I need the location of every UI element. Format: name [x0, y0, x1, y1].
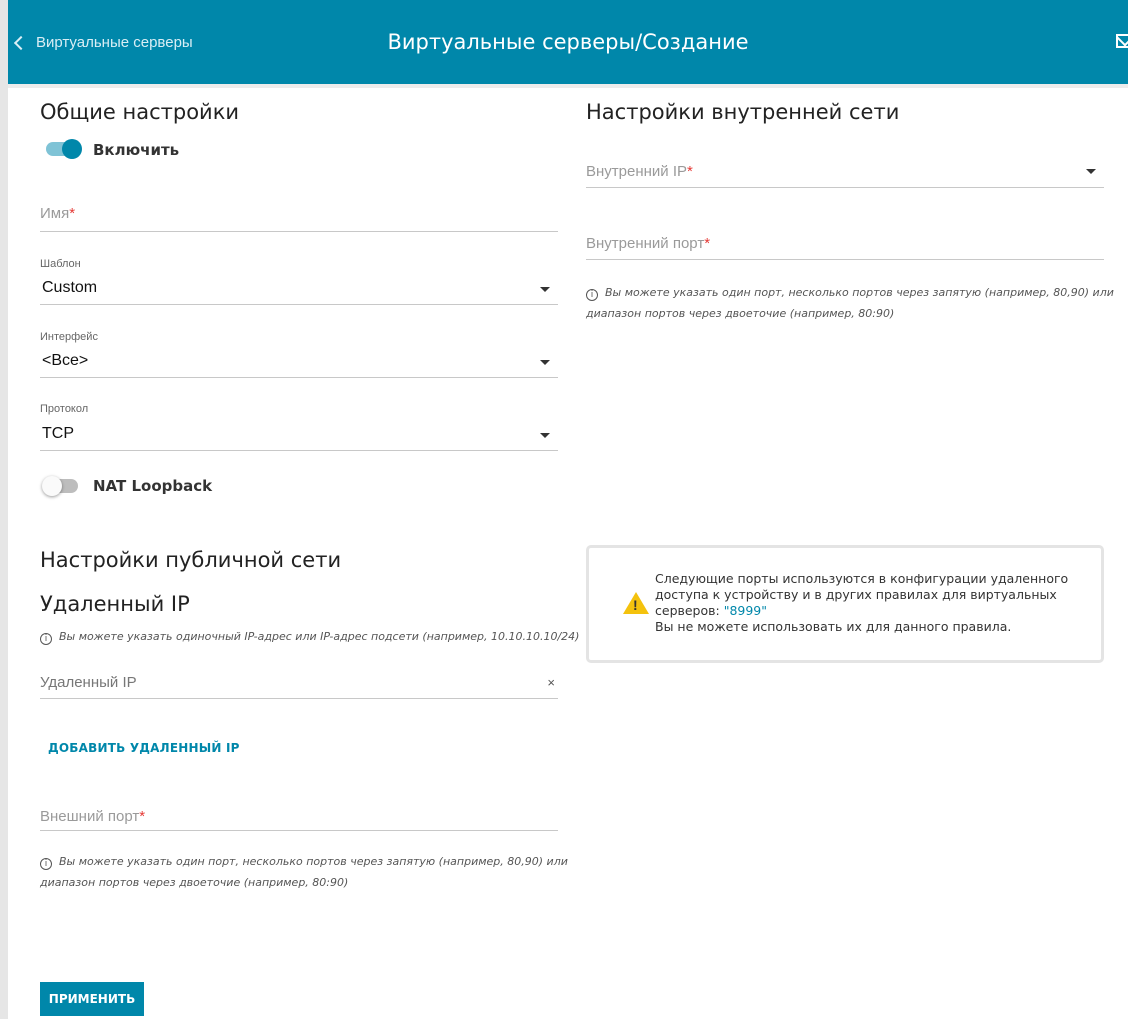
- enable-toggle[interactable]: [46, 139, 82, 159]
- enable-label: Включить: [93, 141, 180, 159]
- warning-icon: !: [623, 592, 649, 614]
- internal-ip-placeholder: Внутренний IP*: [586, 163, 693, 180]
- apply-button[interactable]: ПРИМЕНИТЬ: [40, 982, 144, 1016]
- template-select[interactable]: Custom: [40, 272, 558, 305]
- interface-label: Интерфейс: [40, 331, 98, 343]
- internal-port-hint: i Вы можете указать один порт, несколько …: [586, 286, 1114, 320]
- header-bar: Виртуальные серверы Виртуальные серверы/…: [8, 0, 1128, 88]
- protocol-label: Протокол: [40, 403, 89, 415]
- info-icon: i: [586, 289, 598, 301]
- internal-port-placeholder: Внутренний порт*: [586, 235, 711, 252]
- internal-ip-select[interactable]: Внутренний IP*: [586, 153, 1104, 188]
- external-port-placeholder: Внешний порт*: [40, 808, 146, 825]
- chevron-down-icon: [540, 433, 550, 438]
- enable-toggle-knob: [62, 139, 82, 159]
- add-remote-ip-button[interactable]: ДОБАВИТЬ УДАЛЕННЫЙ IP: [48, 741, 240, 755]
- chevron-down-icon: [1086, 169, 1096, 174]
- page-title: Виртуальные серверы/Создание: [387, 30, 749, 54]
- remote-ip-hint: i Вы можете указать одиночный IP-адрес ил…: [40, 626, 579, 647]
- port-conflict-warning: ! Следующие порты используются в конфигу…: [586, 545, 1104, 663]
- warning-text: Следующие порты используются в конфигура…: [655, 571, 1069, 634]
- info-icon: i: [40, 633, 52, 645]
- close-icon[interactable]: ×: [547, 675, 555, 690]
- template-value: Custom: [42, 279, 98, 296]
- external-port-field[interactable]: Внешний порт*: [40, 798, 558, 831]
- public-settings-heading: Настройки публичной сети: [40, 548, 342, 572]
- interface-select[interactable]: <Все>: [40, 345, 558, 378]
- general-settings-heading: Общие настройки: [40, 100, 240, 124]
- external-port-hint: i Вы можете указать один порт, несколько …: [40, 855, 568, 889]
- name-field[interactable]: Имя*: [40, 195, 558, 232]
- nat-loopback-toggle-knob: [42, 476, 62, 496]
- remote-ip-input[interactable]: Удаленный IP ×: [40, 664, 558, 699]
- remote-ip-placeholder: Удаленный IP: [40, 674, 137, 691]
- conflict-ports: "8999": [723, 603, 768, 618]
- chevron-down-icon: [540, 360, 550, 365]
- mail-icon[interactable]: [1116, 34, 1128, 48]
- template-label: Шаблон: [40, 258, 81, 270]
- remote-ip-heading: Удаленный IP: [40, 592, 190, 616]
- internal-settings-heading: Настройки внутренней сети: [586, 100, 900, 124]
- info-icon: i: [40, 858, 52, 870]
- nat-loopback-label: NAT Loopback: [93, 477, 213, 495]
- protocol-value: TCP: [42, 425, 74, 442]
- nat-loopback-toggle[interactable]: [42, 476, 78, 496]
- chevron-down-icon: [540, 287, 550, 292]
- internal-port-field[interactable]: Внутренний порт*: [586, 225, 1104, 260]
- interface-value: <Все>: [42, 352, 89, 369]
- name-placeholder: Имя*: [40, 205, 76, 222]
- protocol-select[interactable]: TCP: [40, 417, 558, 451]
